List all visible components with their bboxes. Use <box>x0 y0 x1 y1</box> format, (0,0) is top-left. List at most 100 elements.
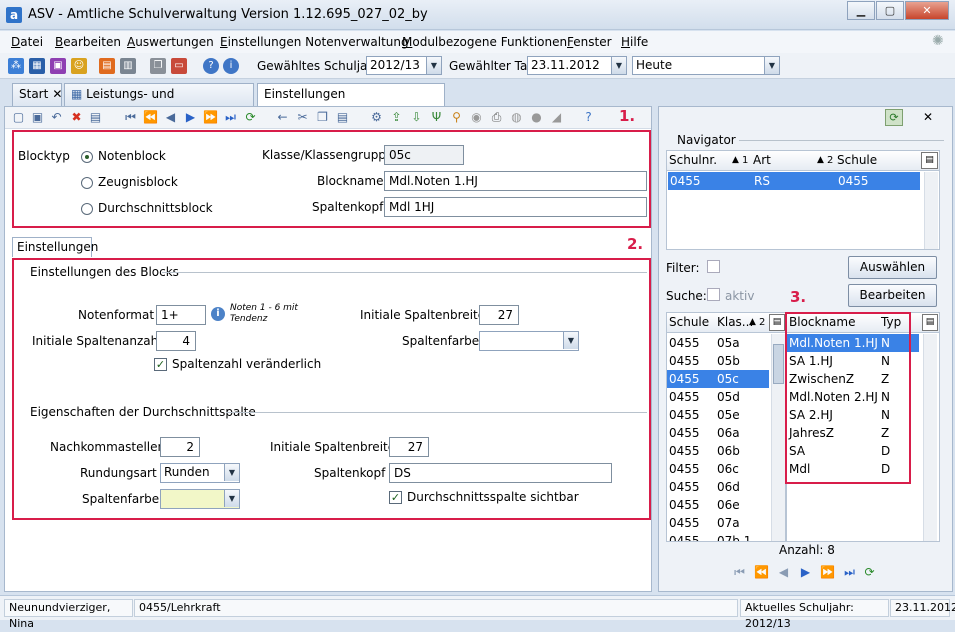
menu-hilfe[interactable]: Hilfe <box>621 35 648 49</box>
copy-window-icon[interactable]: ❐ <box>150 58 166 74</box>
tab-start[interactable]: Start ✕ <box>12 83 62 106</box>
scrollbar[interactable] <box>923 334 937 541</box>
undo-icon[interactable]: ↶ <box>49 110 64 125</box>
help-icon[interactable]: ? <box>581 110 596 125</box>
table-row[interactable]: 0455 06c <box>667 460 769 478</box>
col-schule[interactable]: Schule <box>837 151 877 170</box>
init-spaltenanzahl-input[interactable]: 4 <box>156 331 196 351</box>
new-icon[interactable]: ▢ <box>11 110 26 125</box>
tab-einstellungen[interactable]: Einstellungen <box>12 237 98 257</box>
col-art[interactable]: Art <box>753 151 771 170</box>
filter-checkbox[interactable] <box>707 260 720 273</box>
sichtbar-checkbox[interactable]: ✓ <box>389 491 402 504</box>
last-record-icon[interactable]: ⏭ <box>223 110 238 125</box>
list-item[interactable]: Mdl D <box>787 460 919 478</box>
table-row[interactable]: 0455 06b <box>667 442 769 460</box>
chevron-down-icon[interactable]: ▼ <box>224 490 239 507</box>
search-icon[interactable]: ⚲ <box>449 110 464 125</box>
paste-icon[interactable]: ▤ <box>335 110 350 125</box>
schuljahr-select[interactable]: 2012/13 ▼ <box>366 56 442 75</box>
people-group-icon[interactable]: ⁂ <box>8 58 24 74</box>
attach-icon[interactable]: ⚙ <box>369 110 384 125</box>
chevron-down-icon[interactable]: ▼ <box>426 57 441 74</box>
list-item[interactable]: SA D <box>787 442 919 460</box>
preview-icon[interactable]: ◉ <box>469 110 484 125</box>
table-row[interactable]: 0455 05a <box>667 334 769 352</box>
list-item[interactable]: Mdl.Noten 2.HJ N <box>787 388 919 406</box>
form-icon[interactable]: ▤ <box>88 110 103 125</box>
avg-spaltenfarbe-select[interactable]: ▼ <box>160 489 240 509</box>
blockname-input[interactable]: Mdl.Noten 1.HJ <box>384 171 647 191</box>
col-typ[interactable]: Typ <box>881 313 901 332</box>
table-row[interactable]: 0455 05c <box>667 370 769 388</box>
rundungsart-select[interactable]: Runden ▼ <box>160 463 240 483</box>
hint-icon[interactable]: ● <box>529 110 544 125</box>
next-record-icon[interactable]: ▶ <box>183 110 198 125</box>
list-item[interactable]: SA 2.HJ N <box>787 406 919 424</box>
refresh-icon[interactable]: ⟳ <box>862 565 877 580</box>
prev-record-icon[interactable]: ◀ <box>776 565 791 580</box>
back-arrow-icon[interactable]: ← <box>275 110 290 125</box>
class-icon[interactable]: ▦ <box>29 58 45 74</box>
column-chooser-icon[interactable]: ▤ <box>922 314 938 331</box>
scrollbar[interactable] <box>924 172 938 249</box>
spaltenkopf-input[interactable]: Mdl 1HJ <box>384 197 647 217</box>
chevron-down-icon[interactable]: ▼ <box>563 332 578 349</box>
tree-icon[interactable]: Ψ <box>429 110 444 125</box>
info-icon[interactable]: i <box>211 307 225 321</box>
radio-durchschnittsblock[interactable] <box>81 203 93 215</box>
prev-page-icon[interactable]: ⏪ <box>754 565 769 580</box>
sync-icon[interactable]: ⟳ <box>885 109 903 126</box>
first-record-icon[interactable]: ⏮ <box>732 565 747 580</box>
calendar-icon[interactable]: ▭ <box>171 58 187 74</box>
notenformat-input[interactable]: 1+ <box>156 305 206 325</box>
print-icon[interactable]: ⎙ <box>489 110 504 125</box>
teacher-icon[interactable]: ▣ <box>50 58 66 74</box>
bearbeiten-button[interactable]: Bearbeiten <box>848 284 937 307</box>
close-window-button[interactable]: ✕ <box>905 1 949 20</box>
save-icon[interactable]: ▣ <box>30 110 45 125</box>
tab-einstellungen-notenverwaltung[interactable]: Einstellungen Notenverwaltung✕ <box>257 83 445 122</box>
nachkomma-input[interactable]: 2 <box>160 437 200 457</box>
column-chooser-icon[interactable]: ▤ <box>769 314 785 331</box>
menu-auswertungen[interactable]: Auswertungen <box>127 35 214 49</box>
close-icon[interactable]: ✕ <box>52 87 62 101</box>
col-schule[interactable]: Schule <box>669 313 709 332</box>
export-icon[interactable]: ⇪ <box>389 110 404 125</box>
col-blockname[interactable]: Blockname <box>789 313 856 332</box>
next-page-icon[interactable]: ⏩ <box>820 565 835 580</box>
copy-icon[interactable]: ❐ <box>315 110 330 125</box>
list-item[interactable]: SA 1.HJ N <box>787 352 919 370</box>
column-chooser-icon[interactable]: ▤ <box>921 152 938 169</box>
help-icon[interactable]: ? <box>203 58 219 74</box>
info-icon[interactable]: i <box>223 58 239 74</box>
minimize-button[interactable]: ▁ <box>847 1 875 20</box>
tag-select[interactable]: 23.11.2012 ▼ <box>527 56 627 75</box>
prev-record-icon[interactable]: ◀ <box>163 110 178 125</box>
next-page-icon[interactable]: ⏩ <box>203 110 218 125</box>
table-row[interactable]: 0455 07b 1 <box>667 532 769 541</box>
radio-notenblock[interactable] <box>81 151 93 163</box>
close-navigator-button[interactable]: ✕ <box>915 109 941 126</box>
menu-bearbeiten[interactable]: Bearbeiten <box>55 35 121 49</box>
table-row[interactable]: 0455 06a <box>667 424 769 442</box>
table-row[interactable]: 0455 06e <box>667 496 769 514</box>
table-row[interactable]: 0455 06d <box>667 478 769 496</box>
auswaehlen-button[interactable]: Auswählen <box>848 256 937 279</box>
list-item[interactable]: ZwischenZ Z <box>787 370 919 388</box>
avg-spaltenkopf-input[interactable]: DS <box>389 463 612 483</box>
tab-leistungs-zeugnisdaten[interactable]: ▦ Leistungs- und Zeugnisdaten✕ <box>64 83 254 122</box>
cut-icon[interactable]: ✂ <box>295 110 310 125</box>
list-item[interactable]: Mdl.Noten 1.HJ N <box>787 334 919 352</box>
students-icon[interactable]: ☺ <box>71 58 87 74</box>
avg-init-breite-input[interactable]: 27 <box>389 437 429 457</box>
table-row[interactable]: 0455 05b <box>667 352 769 370</box>
chevron-down-icon[interactable]: ▼ <box>224 464 239 481</box>
first-record-icon[interactable]: ⏮ <box>123 110 138 125</box>
book-icon[interactable]: ▤ <box>99 58 115 74</box>
table-row[interactable]: 0455 05d <box>667 388 769 406</box>
comment-icon[interactable]: ◍ <box>509 110 524 125</box>
heute-select[interactable]: Heute ▼ <box>632 56 780 75</box>
col-schulnr[interactable]: Schulnr. <box>669 151 717 170</box>
table-row[interactable]: 0455 07a <box>667 514 769 532</box>
